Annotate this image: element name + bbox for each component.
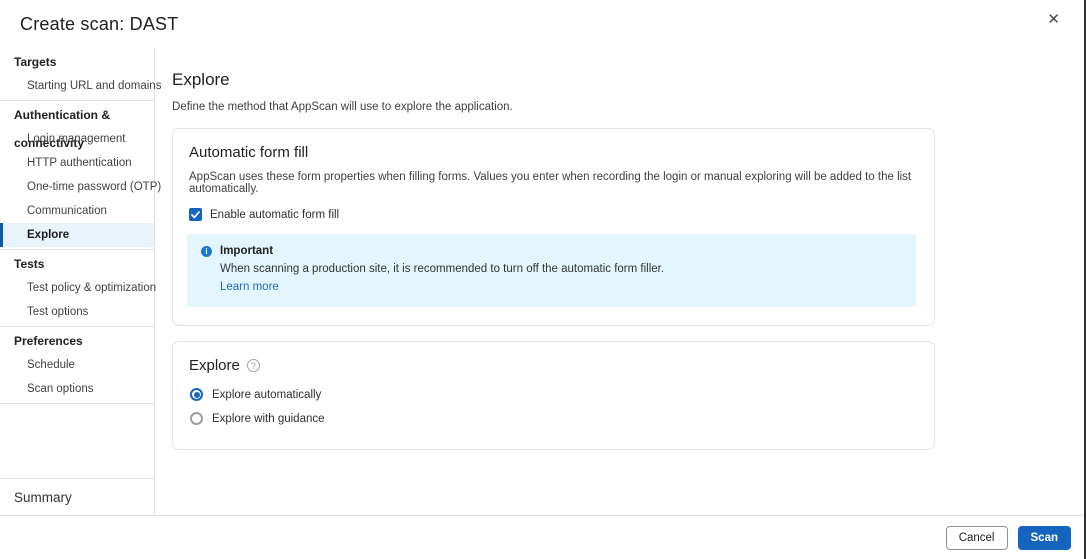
- notice-title: Important: [220, 245, 274, 257]
- dialog-body: Targets Starting URL and domains Authentic…: [0, 48, 1084, 515]
- checkbox-label: Enable automatic form fill: [210, 208, 340, 221]
- scan-button[interactable]: Scan: [1017, 525, 1071, 550]
- sidebar-nav: Targets Starting URL and domains Authentic…: [0, 48, 161, 404]
- checkbox-checked-icon: [189, 208, 202, 221]
- sidebar-section-header-targets: Targets: [14, 55, 57, 69]
- radio-selected-icon: [190, 388, 203, 401]
- sidebar-item-schedule[interactable]: Schedule: [0, 353, 154, 377]
- radio-unselected-icon: [190, 412, 203, 425]
- enable-automatic-form-fill-checkbox[interactable]: Enable automatic form fill: [189, 208, 917, 221]
- notice-body: When scanning a production site, it is r…: [220, 263, 665, 275]
- sidebar-item-test-options[interactable]: Test options: [0, 300, 154, 324]
- panel-description: AppScan uses these form properties when …: [189, 171, 912, 195]
- page-title: Explore: [172, 70, 230, 89]
- sidebar-section-header-tests: Tests: [14, 257, 45, 271]
- important-notice: i Important When scanning a production s…: [187, 234, 916, 307]
- sidebar-item-one-time-password-otp[interactable]: One-time password (OTP): [0, 175, 161, 199]
- dialog-footer: Cancel Scan: [0, 515, 1084, 559]
- automatic-form-fill-panel: Automatic form fill AppScan uses these f…: [172, 128, 935, 326]
- sidebar-item-summary[interactable]: Summary: [0, 478, 154, 515]
- sidebar-item-communication[interactable]: Communication: [0, 199, 154, 223]
- radio-label: Explore automatically: [212, 388, 322, 401]
- help-icon[interactable]: ?: [246, 359, 260, 372]
- sidebar-section-targets: Targets Starting URL and domains: [0, 48, 161, 101]
- sidebar-section-preferences: Preferences Schedule Scan options: [0, 327, 154, 404]
- cancel-button[interactable]: Cancel: [945, 525, 1008, 550]
- info-icon: i: [201, 245, 212, 257]
- radio-label: Explore with guidance: [212, 412, 325, 425]
- radio-option-explore-with-guidance[interactable]: Explore with guidance: [190, 412, 917, 425]
- panel-title-explore: Explore: [189, 357, 240, 374]
- dialog-title: Create scan: DAST: [20, 13, 179, 34]
- dialog-header: Create scan: DAST ✕: [0, 0, 1084, 48]
- sidebar-item-scan-options[interactable]: Scan options: [0, 377, 154, 401]
- explore-panel: Explore ? Explore automatically Explore w…: [172, 341, 935, 450]
- learn-more-link[interactable]: Learn more: [220, 281, 279, 293]
- sidebar-section-header-authentication-connectivity: Authentication & connectivity: [14, 108, 110, 150]
- sidebar-item-test-policy-optimization[interactable]: Test policy & optimization: [0, 276, 156, 300]
- panel-title-automatic-form-fill: Automatic form fill: [189, 144, 309, 161]
- create-scan-dialog: { "dialog": { "title": "Create scan: DAS…: [0, 0, 1086, 559]
- explore-options: Explore automatically Explore with guidan…: [190, 388, 917, 425]
- page-subtitle: Define the method that AppScan will use …: [172, 101, 513, 113]
- sidebar-section-header-preferences: Preferences: [14, 334, 83, 348]
- sidebar-item-explore[interactable]: Explore: [0, 223, 154, 247]
- sidebar-section-authentication-connectivity: Authentication & connectivity Login manag…: [0, 101, 161, 250]
- sidebar: Targets Starting URL and domains Authentic…: [0, 48, 161, 515]
- sidebar-section-tests: Tests Test policy & optimization Test opti…: [0, 250, 156, 327]
- radio-option-explore-automatically[interactable]: Explore automatically: [190, 388, 917, 401]
- sidebar-item-starting-url-and-domains[interactable]: Starting URL and domains: [0, 74, 161, 98]
- main-content: Explore Define the method that AppScan w…: [155, 48, 1084, 515]
- summary-label: Summary: [14, 489, 72, 505]
- close-icon[interactable]: ✕: [1041, 8, 1066, 31]
